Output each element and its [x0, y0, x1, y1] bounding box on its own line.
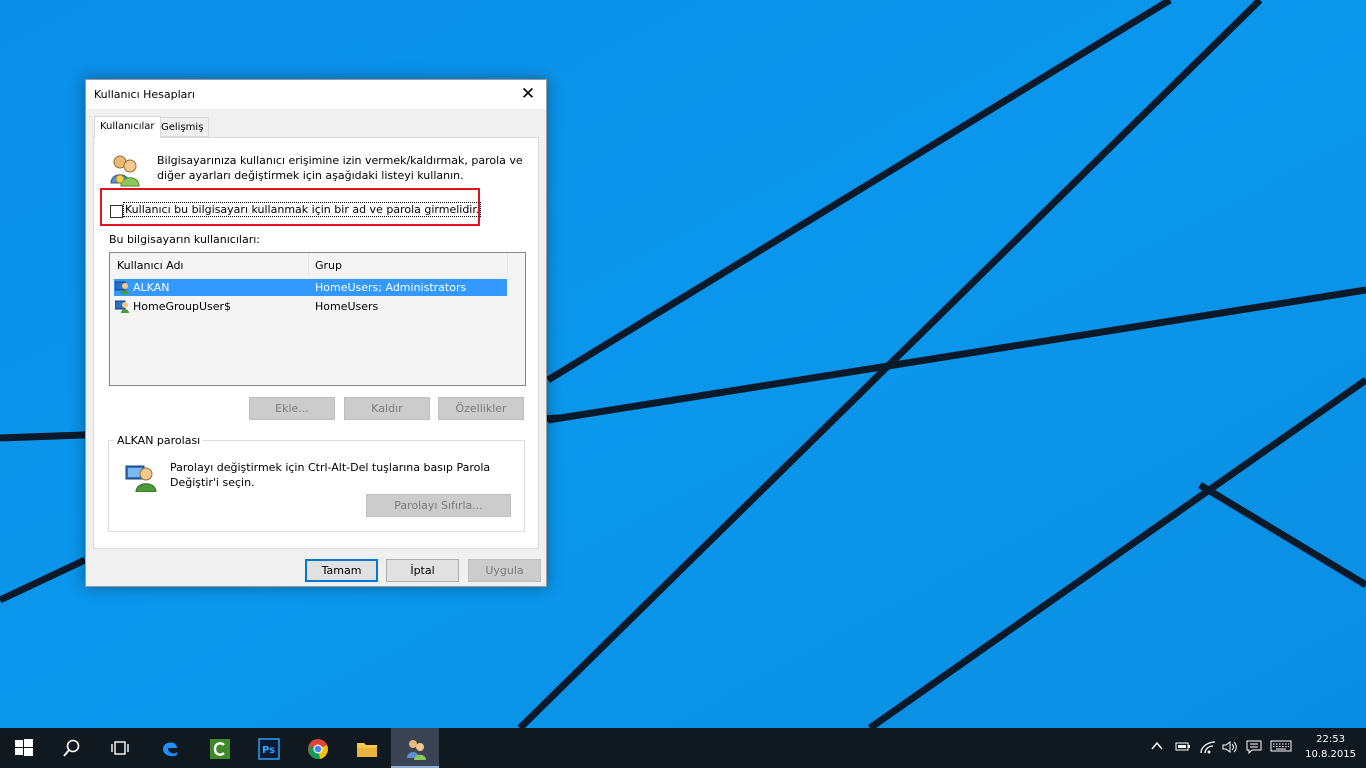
require-password-label[interactable]: Kullanıcı bu bilgisayarı kullanmak için …	[122, 202, 482, 217]
column-header-group[interactable]: Grup	[315, 259, 342, 272]
apply-button[interactable]: Uygula	[468, 559, 541, 582]
user-password-icon	[125, 465, 157, 492]
start-button[interactable]	[0, 728, 48, 768]
user-accounts-taskbar-button[interactable]	[391, 728, 439, 768]
notification-icon	[1246, 740, 1262, 755]
user-name: ALKAN	[133, 281, 170, 294]
column-separator[interactable]	[507, 253, 508, 277]
svg-text:Ps: Ps	[262, 745, 275, 756]
dialog-title: Kullanıcı Hesapları	[94, 88, 195, 101]
clock[interactable]: 22:53 10.8.2015	[1305, 732, 1356, 762]
user-icon	[115, 300, 129, 313]
file-explorer-icon	[357, 743, 377, 757]
list-item[interactable]: ALKAN HomeUsers; Administrators	[114, 279, 507, 296]
reset-password-button[interactable]: Parolayı Sıfırla...	[366, 494, 511, 517]
password-group-title: ALKAN parolası	[114, 434, 204, 447]
task-view-button[interactable]	[96, 728, 144, 768]
user-accounts-icon	[407, 740, 426, 760]
close-button[interactable]: ✕	[510, 80, 546, 109]
battery-icon	[1175, 742, 1190, 751]
require-password-checkbox[interactable]	[110, 205, 123, 218]
start-icon	[15, 739, 33, 756]
column-separator[interactable]	[308, 253, 309, 277]
taskbar: Ps 22:53 10.8.2015	[0, 728, 1366, 768]
action-center-button[interactable]	[1246, 740, 1262, 757]
cancel-button[interactable]: İptal	[386, 559, 459, 582]
column-header-username[interactable]: Kullanıcı Adı	[117, 259, 184, 272]
users-list[interactable]: Kullanıcı Adı Grup ALKAN HomeUsers; Admi…	[109, 252, 526, 386]
tab-users[interactable]: Kullanıcılar	[94, 116, 161, 138]
edge-taskbar-button[interactable]	[146, 728, 194, 768]
clock-date: 10.8.2015	[1305, 749, 1356, 760]
network-button[interactable]	[1200, 740, 1216, 757]
wifi-icon	[1200, 741, 1216, 754]
password-text-line-1: Parolayı değiştirmek için Ctrl-Alt-Del t…	[170, 461, 491, 474]
ok-button[interactable]: Tamam	[305, 559, 378, 582]
users-list-label: Bu bilgisayarın kullanıcıları:	[109, 233, 260, 246]
camtasia-icon	[210, 739, 230, 759]
user-group: HomeUsers	[315, 300, 379, 313]
speaker-icon	[1222, 741, 1237, 753]
chrome-icon	[308, 739, 328, 760]
password-instructions: Parolayı değiştirmek için Ctrl-Alt-Del t…	[170, 460, 500, 490]
close-icon: ✕	[520, 84, 536, 104]
properties-button[interactable]: Özellikler	[438, 397, 524, 420]
intro-text: Bilgisayarınıza kullanıcı erişimine izin…	[157, 153, 527, 183]
user-name: HomeGroupUser$	[133, 300, 232, 313]
chrome-taskbar-button[interactable]	[293, 728, 341, 768]
user-icon	[115, 281, 129, 294]
task-view-icon	[111, 741, 129, 755]
user-accounts-dialog: Kullanıcı Hesapları ✕ Kullanıcılar Geliş…	[85, 79, 547, 587]
camtasia-taskbar-button[interactable]	[195, 728, 243, 768]
title-bar[interactable]: Kullanıcı Hesapları ✕	[86, 80, 546, 109]
password-text-line-2: Değiştir'i seçin.	[170, 476, 255, 489]
chevron-up-icon	[1151, 741, 1163, 750]
file-explorer-taskbar-button[interactable]	[342, 728, 390, 768]
clock-time: 22:53	[1316, 734, 1345, 745]
touch-keyboard-button[interactable]	[1270, 740, 1292, 755]
keyboard-icon	[1270, 740, 1292, 752]
remove-button[interactable]: Kaldır	[344, 397, 430, 420]
user-group: HomeUsers; Administrators	[315, 281, 467, 294]
intro-line-1: Bilgisayarınıza kullanıcı erişimine izin…	[157, 154, 523, 167]
tab-advanced[interactable]: Gelişmiş	[155, 117, 210, 137]
photoshop-icon: Ps	[258, 738, 280, 760]
battery-button[interactable]	[1175, 740, 1191, 755]
search-button[interactable]	[48, 728, 96, 768]
edge-icon	[163, 742, 177, 757]
show-hidden-icons-button[interactable]	[1151, 740, 1163, 755]
add-button[interactable]: Ekle...	[249, 397, 335, 420]
volume-button[interactable]	[1222, 740, 1238, 757]
users-icon	[110, 155, 140, 187]
intro-line-2: diğer ayarları değiştirmek için aşağıdak…	[157, 169, 464, 182]
search-icon	[63, 739, 80, 757]
photoshop-taskbar-button[interactable]: Ps	[244, 728, 292, 768]
list-item[interactable]: HomeGroupUser$ HomeUsers	[114, 298, 507, 315]
